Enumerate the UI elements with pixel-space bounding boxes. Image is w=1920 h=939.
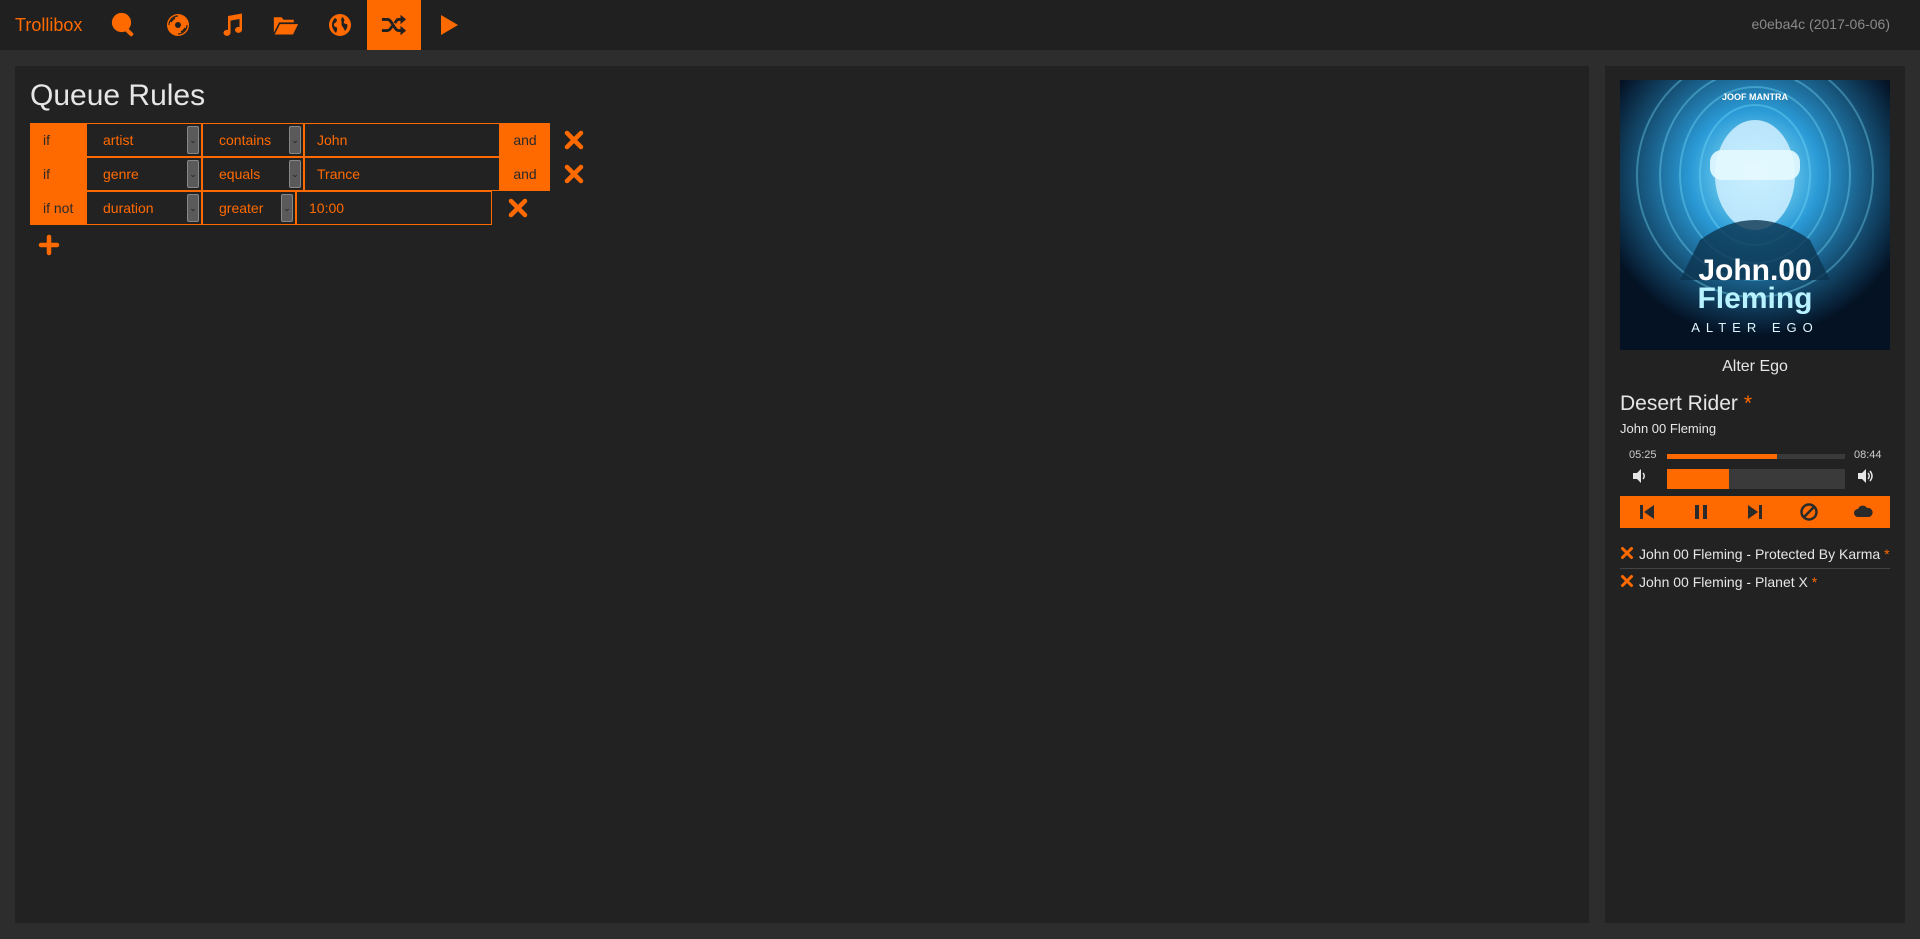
rule-value-input[interactable]: 10:00 [296,191,492,225]
rule-attribute-value: genre [103,166,139,182]
music-note-icon [223,13,243,36]
rule-attribute-select[interactable]: genre ⌄ [86,157,202,191]
star-icon: * [1811,574,1818,590]
chevron-down-icon: ⌄ [187,194,199,222]
close-icon [1621,575,1633,587]
nav-player[interactable] [421,0,475,50]
globe-icon [329,14,352,36]
plus-icon [38,234,60,256]
rule-attribute-value: artist [103,132,134,148]
remove-rule-button[interactable] [507,197,529,219]
remove-from-queue-button[interactable] [1620,573,1634,587]
volume-fill [1667,469,1730,489]
chevron-down-icon: ⌄ [187,126,199,154]
close-icon [1621,547,1633,559]
next-icon [1748,505,1762,519]
rule-attribute-select[interactable]: duration ⌄ [86,191,202,225]
rule-condition[interactable]: if [30,123,86,157]
rule-row: if not duration ⌄ greater ⌄ 10:00 [30,191,492,225]
album-art-image: JOOF MANTRA John.00 Fleming ALTER EGO [1620,80,1890,350]
nav-streams[interactable] [313,0,367,50]
rule-condition[interactable]: if [30,157,86,191]
player-panel: JOOF MANTRA John.00 Fleming ALTER EGO Al… [1605,66,1905,923]
rule-value-input[interactable]: Trance [304,157,500,191]
close-icon [564,164,584,184]
next-button[interactable] [1744,501,1766,523]
version-label: e0eba4c (2017-06-06) [1751,16,1890,32]
playback-controls [1620,496,1890,528]
rule-join-button[interactable]: and [500,157,550,191]
rule-operation-select[interactable]: equals ⌄ [202,157,304,191]
close-icon [564,130,584,150]
rule-operation-value: greater [219,200,264,216]
rule-attribute-select[interactable]: artist ⌄ [86,123,202,157]
rule-row: if artist ⌄ contains ⌄ John and [30,123,550,157]
remove-from-queue-button[interactable] [1620,545,1634,559]
nav-tracks[interactable] [205,0,259,50]
rule-join-button[interactable]: and [500,123,550,157]
nav-albums[interactable] [151,0,205,50]
track-artist[interactable]: John 00 Fleming [1620,421,1716,436]
cover-label: JOOF MANTRA [1722,92,1788,102]
volume-down-icon[interactable] [1631,468,1649,484]
rule-operation-value: contains [219,132,272,148]
chevron-down-icon: ⌄ [281,194,293,222]
rule-row: if genre ⌄ equals ⌄ Trance and [30,157,550,191]
previous-button[interactable] [1636,501,1658,523]
rule-attribute-value: duration [103,200,154,216]
close-icon [508,198,528,218]
cover-album: ALTER EGO [1691,320,1818,335]
pause-icon [1695,505,1707,519]
main-nav [97,0,475,50]
album-cover[interactable]: JOOF MANTRA John.00 Fleming ALTER EGO [1620,80,1890,350]
progress-fill [1667,454,1778,459]
folder-open-icon [274,17,299,35]
nav-search[interactable] [97,0,151,50]
rule-value-input[interactable]: John [304,123,500,157]
rule-operation-select[interactable]: contains ⌄ [202,123,304,157]
top-navbar: Trollibox e0eba4c (2017-06-06) [0,0,1920,50]
app-brand[interactable]: Trollibox [0,0,97,50]
time-elapsed: 05:25 [1629,449,1657,461]
block-icon [1800,503,1818,521]
album-title[interactable]: Alter Ego [1605,358,1905,376]
pause-button[interactable] [1690,501,1712,523]
shuffle-icon [382,14,407,36]
rule-operation-value: equals [219,166,261,182]
queue-item[interactable]: John 00 Fleming - Planet X * [1620,572,1890,596]
cloud-button[interactable] [1852,501,1874,523]
chevron-down-icon: ⌄ [187,160,199,188]
cloud-icon [1854,505,1873,517]
chevron-down-icon: ⌄ [289,160,301,188]
track-title[interactable]: Desert Rider * [1620,392,1752,416]
queue-rules-panel: Queue Rules if artist ⌄ contains ⌄ John … [15,66,1589,923]
time-total: 08:44 [1854,449,1882,461]
remove-rule-button[interactable] [563,163,585,185]
rule-operation-select[interactable]: greater ⌄ [202,191,296,225]
progress-bar[interactable] [1667,454,1845,459]
volume-slider[interactable] [1667,469,1845,489]
rule-condition[interactable]: if not [30,191,86,225]
search-icon [112,12,134,37]
nav-browse[interactable] [259,0,313,50]
nav-queue-rules[interactable] [367,0,422,50]
star-icon: * [1743,392,1753,415]
play-queue: John 00 Fleming - Protected By Karma * J… [1620,544,1890,599]
star-icon: * [1884,546,1890,562]
chevron-down-icon: ⌄ [289,126,301,154]
play-icon [441,15,459,35]
queue-item-text: John 00 Fleming - Protected By Karma [1639,546,1881,562]
queue-item-text: John 00 Fleming - Planet X [1639,574,1808,590]
previous-icon [1640,505,1654,519]
volume-up-icon[interactable] [1857,468,1875,484]
page-title: Queue Rules [30,79,206,112]
track-title-text: Desert Rider [1620,392,1738,415]
block-button[interactable] [1798,501,1820,523]
remove-rule-button[interactable] [563,129,585,151]
queue-item[interactable]: John 00 Fleming - Protected By Karma * [1620,544,1890,569]
cover-artist-line2: Fleming [1697,282,1812,315]
add-rule-button[interactable] [38,234,60,256]
record-icon [167,14,190,36]
